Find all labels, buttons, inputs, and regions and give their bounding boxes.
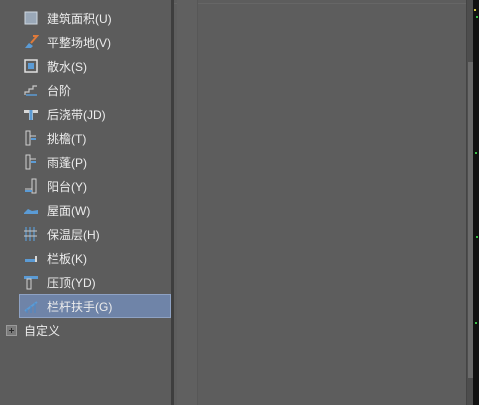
- canvas-mark: [474, 9, 476, 11]
- tree-item-label: 平整场地(V): [47, 35, 111, 50]
- tree-item-canopy[interactable]: 雨蓬(P): [20, 151, 170, 173]
- tree-item-railing[interactable]: 栏杆扶手(G): [19, 294, 171, 318]
- roof-icon: [24, 209, 38, 214]
- canvas-mark: [476, 236, 478, 238]
- canvas-mark: [475, 152, 477, 154]
- tree-item-label: 阳台(Y): [47, 179, 87, 194]
- coping-icon: [24, 276, 38, 290]
- canvas-mark: [476, 16, 478, 18]
- balcony-icon: [25, 178, 37, 194]
- canvas-mark: [475, 322, 477, 324]
- tree-item-label: 建筑面积(U): [47, 11, 112, 26]
- tree-item-balcony[interactable]: 阳台(Y): [20, 175, 170, 197]
- tree-item-insulation[interactable]: 保温层(H): [20, 223, 170, 245]
- tree-item-label: 散水(S): [47, 59, 87, 74]
- tree-item-label: 后浇带(JD): [47, 107, 106, 122]
- tree-item-label: 挑檐(T): [47, 131, 87, 146]
- building-area-icon: [24, 11, 38, 25]
- tree-item-apron[interactable]: 散水(S): [20, 55, 170, 77]
- tree-item-eave[interactable]: 挑檐(T): [20, 127, 170, 149]
- steps-icon: [24, 85, 37, 96]
- panel-column: [177, 0, 198, 405]
- tree-group-label: 自定义: [24, 323, 61, 338]
- railing-icon: [24, 301, 38, 313]
- tree-group-custom[interactable]: 自定义: [0, 320, 170, 340]
- expand-plus-icon[interactable]: [6, 324, 17, 336]
- tree-item-label: 台阶: [47, 83, 72, 98]
- canopy-icon: [25, 154, 36, 170]
- tree-item-building-area[interactable]: 建筑面积(U): [20, 7, 170, 29]
- tree-item-label: 栏板(K): [47, 251, 87, 266]
- tree-item-label: 屋面(W): [47, 203, 91, 218]
- tree-item-post-pour-strip[interactable]: 后浇带(JD): [20, 103, 170, 125]
- properties-panel: [174, 0, 466, 405]
- tree-item-label: 压顶(YD): [47, 275, 96, 290]
- tree-item-roof[interactable]: 屋面(W): [20, 199, 170, 221]
- eave-icon: [25, 130, 36, 146]
- post-pour-strip-icon: [24, 110, 38, 120]
- site-leveling-icon: [25, 35, 39, 48]
- tree-item-label: 雨蓬(P): [47, 155, 87, 170]
- panel-divider: [174, 3, 466, 4]
- tree-item-label: 保温层(H): [47, 227, 100, 242]
- tree-item-site-leveling[interactable]: 平整场地(V): [20, 31, 170, 53]
- parapet-icon: [25, 256, 37, 262]
- component-tree: 建筑面积(U) 平整场地(V) 散水(S) 台阶 后浇带(JD) 挑檐(T) 雨…: [0, 0, 171, 405]
- tree-item-label: 栏杆扶手(G): [47, 299, 113, 314]
- apron-icon: [24, 59, 38, 73]
- insulation-icon: [24, 227, 37, 241]
- tree-item-coping[interactable]: 压顶(YD): [20, 271, 170, 293]
- tree-item-parapet[interactable]: 栏板(K): [20, 247, 170, 269]
- drawing-canvas[interactable]: [473, 0, 479, 405]
- tree-item-steps[interactable]: 台阶: [20, 79, 170, 101]
